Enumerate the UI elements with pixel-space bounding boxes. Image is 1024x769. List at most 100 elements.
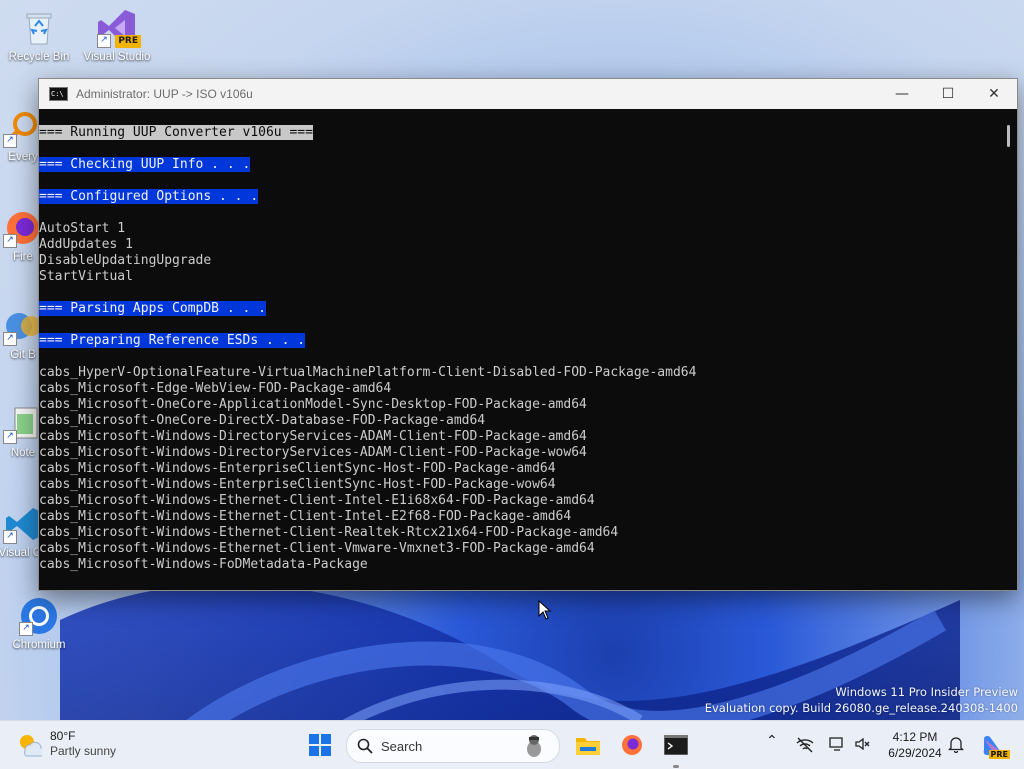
console-line-text: DisableUpdatingUpgrade (39, 253, 212, 268)
console-line: cabs_Microsoft-Windows-Ethernet-Client-I… (39, 509, 999, 525)
console-line: DisableUpdatingUpgrade (39, 253, 999, 269)
console-line: cabs_Microsoft-Windows-EnterpriseClientS… (39, 461, 999, 477)
console-line: cabs_Microsoft-Windows-DirectoryServices… (39, 429, 999, 445)
taskbar-firefox[interactable] (616, 729, 648, 761)
console-line: cabs_Microsoft-Windows-Ethernet-Client-R… (39, 525, 999, 541)
terminal-icon (664, 735, 688, 755)
git-bash-icon: ↗ (3, 306, 43, 346)
console-line-text: cabs_Microsoft-Windows-DirectoryServices… (39, 429, 587, 444)
console-line: === Checking UUP Info . . . (39, 157, 999, 173)
mouse-cursor-icon (538, 600, 552, 620)
desktop-icon-label: Visual Studio (83, 51, 151, 63)
taskbar-terminal[interactable] (660, 729, 692, 761)
console-output[interactable]: === Running UUP Converter v106u === === C… (39, 109, 999, 606)
scrollbar-thumb[interactable] (1007, 125, 1010, 147)
window-titlebar[interactable]: C:\ Administrator: UUP -> ISO v106u — ☐ … (39, 79, 1017, 109)
console-line: cabs_Microsoft-Windows-Ethernet-Client-I… (39, 493, 999, 509)
console-line-text: === Preparing Reference ESDs . . . (39, 333, 306, 348)
close-button[interactable]: ✕ (971, 79, 1017, 109)
console-window[interactable]: C:\ Administrator: UUP -> ISO v106u — ☐ … (38, 78, 1018, 591)
shortcut-arrow-icon: ↗ (3, 430, 17, 444)
notifications-bell-icon[interactable] (948, 735, 964, 753)
desktop-icon-visual-studio[interactable]: ↗ PRE Visual Studio (80, 8, 154, 64)
console-line-text: cabs_Microsoft-Windows-EnterpriseClientS… (39, 477, 556, 492)
firefox-icon (622, 735, 642, 755)
console-line: cabs_Microsoft-OneCore-ApplicationModel-… (39, 397, 999, 413)
network-disconnected-icon[interactable] (796, 737, 814, 753)
windows-logo-icon (309, 734, 331, 756)
console-scrollbar[interactable] (999, 109, 1017, 590)
console-line: cabs_Microsoft-Windows-EnterpriseClientS… (39, 477, 999, 493)
console-line-text: cabs_Microsoft-Windows-EnterpriseClientS… (39, 461, 556, 476)
maximize-button[interactable]: ☐ (925, 79, 971, 109)
everything-icon: ↗ (3, 108, 43, 148)
console-line: === Parsing Apps CompDB . . . (39, 301, 999, 317)
console-line-text: cabs_Microsoft-Windows-Ethernet-Client-V… (39, 541, 595, 556)
console-line-text: cabs_Microsoft-OneCore-DirectX-Database-… (39, 413, 486, 428)
shortcut-arrow-icon: ↗ (3, 234, 17, 248)
firefox-icon: ↗ (3, 208, 43, 248)
copilot-pre-badge: PRE (988, 750, 1010, 759)
weather-temperature: 80°F (50, 729, 76, 743)
console-line-text: cabs_Microsoft-Windows-FoDMetadata-Packa… (39, 557, 368, 572)
console-line: cabs_Microsoft-Windows-FoDMetadata-Packa… (39, 557, 999, 573)
console-line-text: cabs_HyperV-OptionalFeature-VirtualMachi… (39, 365, 697, 380)
console-line-text: cabs_Microsoft-Windows-Ethernet-Client-I… (39, 509, 572, 524)
console-line: === Configured Options . . . (39, 189, 999, 205)
search-highlight-icon (527, 735, 541, 757)
shortcut-arrow-icon: ↗ (19, 622, 33, 636)
console-line-text: AutoStart 1 (39, 221, 126, 236)
console-line-text: StartVirtual (39, 269, 133, 284)
recycle-bin-icon (19, 8, 59, 48)
show-hidden-icons-chevron-icon[interactable]: ⌃ (766, 733, 778, 749)
console-line-text: cabs_Microsoft-OneCore-ApplicationModel-… (39, 397, 587, 412)
cmd-icon: C:\ (49, 87, 68, 101)
windows-watermark: Windows 11 Pro Insider Preview Evaluatio… (705, 684, 1018, 716)
console-line-text: cabs_Microsoft-Windows-Ethernet-Client-R… (39, 525, 619, 540)
console-line: cabs_Microsoft-Windows-DirectoryServices… (39, 445, 999, 461)
desktop-icon-label: Chromium (12, 639, 66, 651)
minimize-button[interactable]: — (879, 79, 925, 109)
pre-badge: PRE (115, 35, 141, 48)
console-line-text: === Checking UUP Info . . . (39, 157, 251, 172)
console-line-text: === Parsing Apps CompDB . . . (39, 301, 266, 316)
weather-condition: Partly sunny (50, 744, 117, 758)
desktop-icon-recycle-bin[interactable]: Recycle Bin (2, 8, 76, 64)
folder-icon (576, 738, 600, 755)
search-label: Search (381, 738, 423, 754)
desktop-icon-label: Recycle Bin (8, 51, 70, 63)
shortcut-arrow-icon: ↗ (97, 34, 111, 48)
watermark-edition: Windows 11 Pro Insider Preview (835, 685, 1018, 699)
console-line: StartVirtual (39, 269, 999, 285)
console-line: === Preparing Reference ESDs . . . (39, 333, 999, 349)
taskbar-clock[interactable]: 4:12 PM 6/29/2024 (880, 729, 950, 761)
weather-widget[interactable]: 80°F Partly sunny (16, 729, 116, 759)
console-line: AddUpdates 1 (39, 237, 999, 253)
console-line-text: cabs_Microsoft-Edge-WebView-FOD-Package-… (39, 381, 392, 396)
taskbar-file-explorer[interactable] (572, 729, 604, 761)
shortcut-arrow-icon: ↗ (3, 332, 17, 346)
console-line-text: cabs_Microsoft-Windows-DirectoryServices… (39, 445, 587, 460)
start-button[interactable] (304, 729, 336, 761)
console-line: cabs_Microsoft-Windows-Ethernet-Client-V… (39, 541, 999, 557)
display-icon[interactable] (828, 735, 846, 753)
volume-muted-icon[interactable] (854, 735, 872, 753)
notepad-icon: ↗ (3, 404, 43, 444)
shortcut-arrow-icon: ↗ (3, 134, 17, 148)
console-line: cabs_Microsoft-OneCore-DirectX-Database-… (39, 413, 999, 429)
console-line-text: === Configured Options . . . (39, 189, 259, 204)
partly-sunny-icon (16, 731, 45, 757)
console-line: AutoStart 1 (39, 221, 999, 237)
taskbar-search[interactable]: Search (346, 729, 560, 763)
vscode-icon: ↗ (3, 504, 43, 544)
console-line: cabs_Microsoft-Edge-WebView-FOD-Package-… (39, 381, 999, 397)
console-line-text: === Running UUP Converter v106u === (39, 125, 313, 140)
copilot-button[interactable]: PRE (976, 729, 1010, 761)
console-line: === Running UUP Converter v106u === (39, 125, 999, 141)
